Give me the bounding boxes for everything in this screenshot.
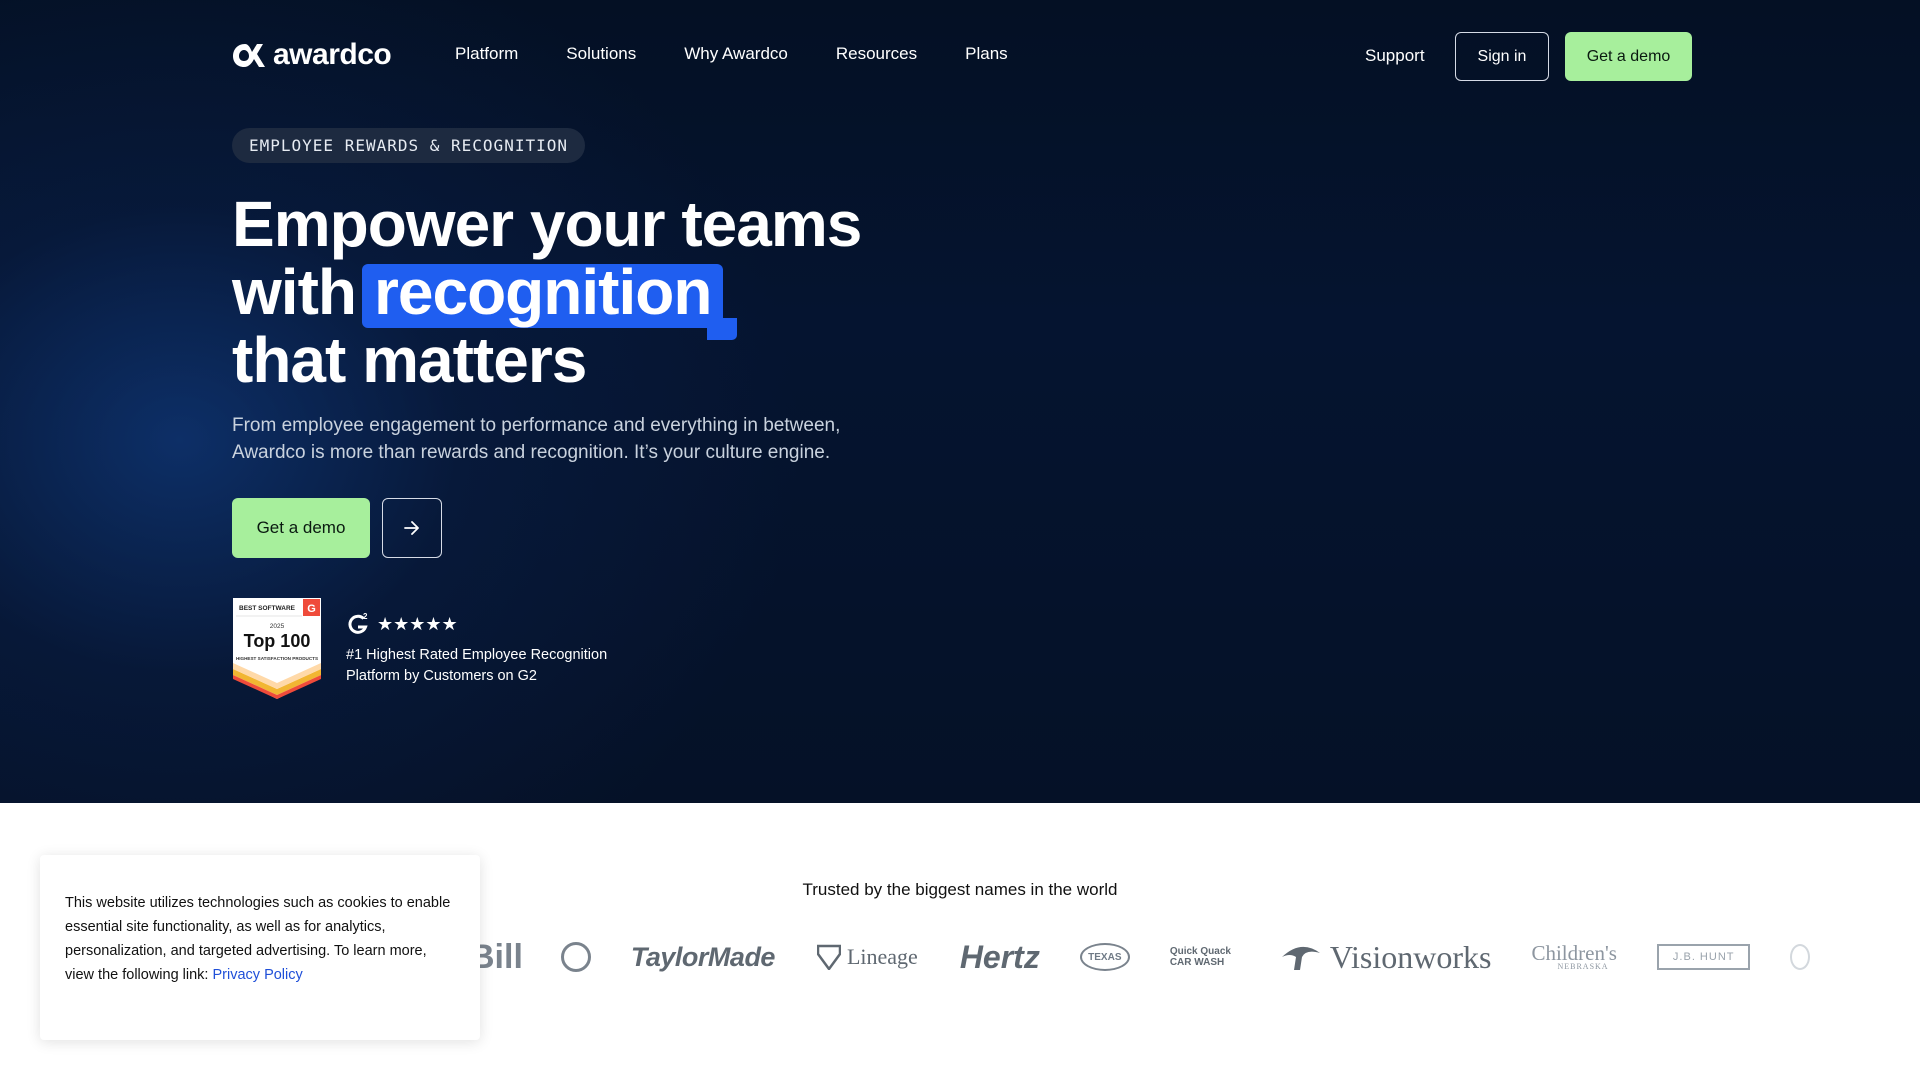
g2-rating-row: 2 ★★★★★ [346, 612, 458, 636]
headline-highlight-text: recognition [373, 256, 712, 328]
hero-headline: Empower your teams with recognition that … [232, 190, 932, 394]
arrow-right-icon [404, 521, 419, 535]
support-link[interactable]: Support [1365, 46, 1425, 66]
g2-top100-badge: G BEST SOFTWARE 2025 Top 100 HIGHEST SAT… [233, 598, 321, 699]
logo-visionworks: Visionworks [1280, 938, 1492, 976]
logo-childrens: Children's NEBRASKA [1531, 940, 1617, 971]
logo-jb-hunt: J.B. HUNT [1656, 944, 1751, 970]
hero-section: awardco Platform Solutions Why Awardco R… [0, 0, 1920, 803]
nav-item-resources[interactable]: Resources [836, 44, 917, 64]
logo-quick-quack: Quick Quack CAR WASH [1169, 946, 1231, 968]
brand-name: awardco [273, 38, 392, 71]
logo-hertz: Hertz [959, 938, 1040, 975]
badge-title: Top 100 [244, 631, 311, 651]
nav-item-why-awardco[interactable]: Why Awardco [684, 44, 788, 64]
svg-text:G: G [307, 603, 316, 615]
logo-childrens-text: Children's [1531, 940, 1617, 965]
nav-item-platform[interactable]: Platform [455, 44, 518, 64]
badge-year: 2025 [270, 623, 285, 630]
next-arrow-button[interactable] [382, 498, 442, 558]
privacy-policy-link[interactable]: Privacy Policy [213, 967, 303, 983]
cookie-text-block: This website utilizes technologies such … [65, 891, 456, 987]
headline-line-2: with recognition [232, 256, 932, 340]
visionworks-eye-icon [1281, 946, 1320, 970]
logo-seal-icon [560, 942, 591, 972]
headline-highlight: recognition [361, 256, 738, 340]
logo-lineage: Lineage [816, 944, 918, 970]
svg-text:2: 2 [363, 612, 368, 621]
customer-logo-strip: Bill TaylorMade Lineage Hertz TEXAS Quic… [470, 935, 1850, 979]
logo-childrens-sub: NEBRASKA [1557, 961, 1609, 971]
cookie-banner: This website utilizes technologies such … [40, 855, 480, 1040]
five-star-rating: ★★★★★ [377, 614, 458, 634]
nav-item-solutions[interactable]: Solutions [566, 44, 636, 64]
logo-visionworks-text: Visionworks [1329, 938, 1492, 975]
main-nav: Platform Solutions Why Awardco Resources… [455, 44, 1008, 64]
sign-in-button[interactable]: Sign in [1455, 32, 1549, 81]
g2-logo-icon: 2 [348, 612, 368, 634]
badge-best-software: BEST SOFTWARE [239, 605, 296, 612]
eyebrow-tag: EMPLOYEE REWARDS & RECOGNITION [232, 128, 585, 163]
badge-caption: HIGHEST SATISFACTION PRODUCTS [236, 656, 318, 661]
logo-lineage-text: Lineage [846, 944, 918, 969]
logo-taylormade: TaylorMade [630, 941, 776, 972]
logo-texas: TEXAS [1079, 943, 1130, 971]
hero-subtext: From employee engagement to performance … [232, 415, 841, 463]
headline-with: with [232, 256, 357, 328]
get-demo-nav-button[interactable]: Get a demo [1565, 32, 1692, 81]
logo-faded-icon [1790, 944, 1811, 970]
awardco-logo-icon [233, 44, 265, 67]
nav-item-plans[interactable]: Plans [965, 44, 1008, 64]
get-demo-button[interactable]: Get a demo [232, 498, 370, 558]
headline-line-3: that matters [232, 324, 587, 396]
g2-rating-text: #1 Highest Rated Employee Recognition Pl… [346, 647, 608, 684]
awardco-logo[interactable]: awardco [231, 38, 392, 72]
headline-line-1: Empower your teams [232, 188, 862, 260]
lineage-shield-icon [816, 944, 841, 970]
